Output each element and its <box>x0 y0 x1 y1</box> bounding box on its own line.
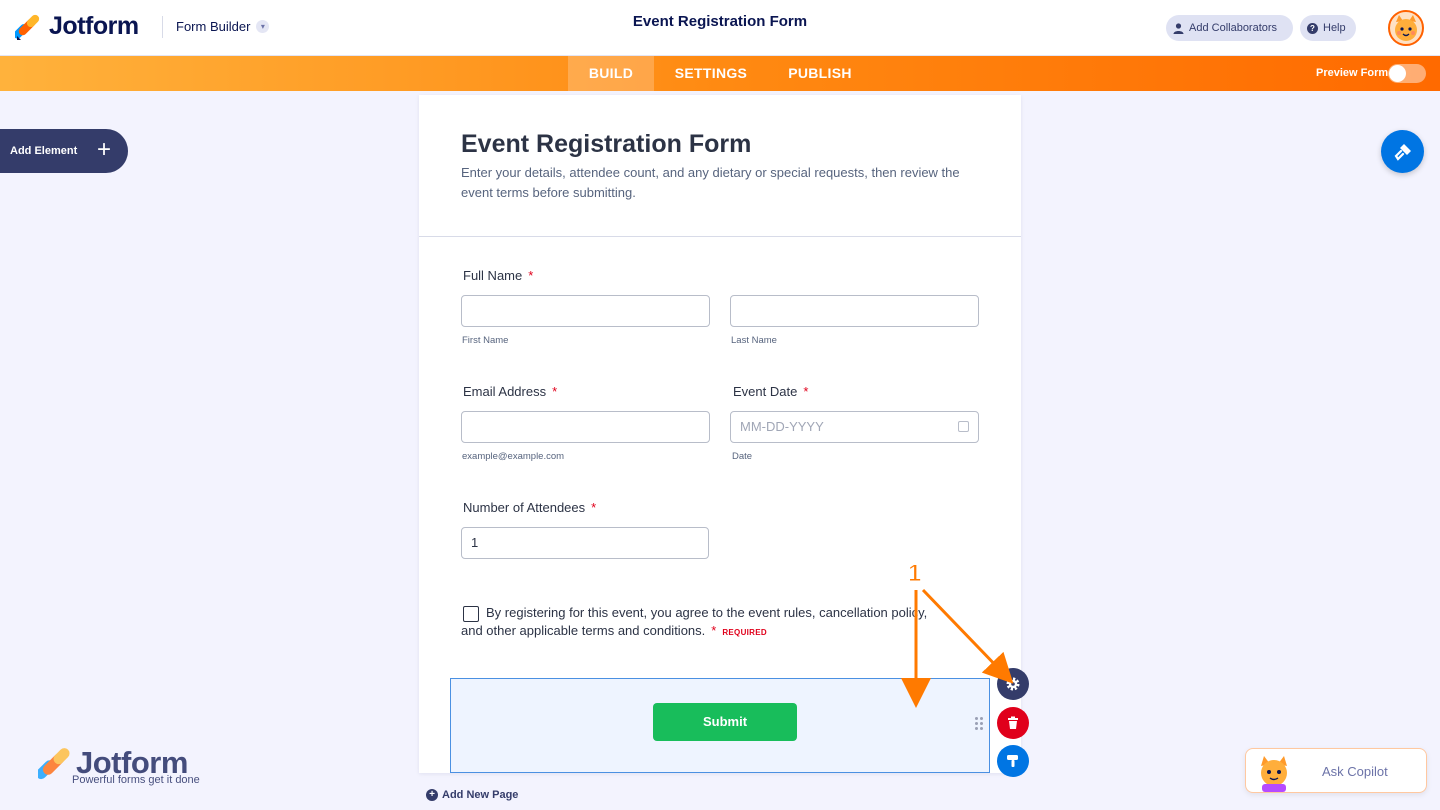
delete-field-button[interactable] <box>997 707 1029 739</box>
gear-icon <box>1006 677 1020 691</box>
required-asterisk: * <box>803 384 809 399</box>
jotform-logo[interactable]: Jotform <box>13 12 139 41</box>
field-style-button[interactable] <box>997 745 1029 777</box>
form-builder-dropdown[interactable]: Form Builder ▾ <box>176 19 270 34</box>
event-date-label: Event Date * <box>733 384 808 399</box>
event-date-label-text: Event Date <box>733 384 798 399</box>
attendees-label: Number of Attendees * <box>463 500 596 515</box>
required-asterisk: * <box>711 623 717 638</box>
top-bar: Jotform Form Builder ▾ Event Registratio… <box>0 0 1440 56</box>
calendar-icon[interactable] <box>958 421 969 432</box>
builder-nav: BUILD SETTINGS PUBLISH Preview Form <box>0 56 1440 91</box>
brand-name: Jotform <box>49 12 139 40</box>
full-name-label: Full Name * <box>463 268 533 283</box>
drag-handle-icon[interactable] <box>975 717 985 731</box>
required-asterisk: * <box>528 268 534 283</box>
preview-form-toggle[interactable] <box>1388 64 1426 83</box>
preview-form-label: Preview Form <box>1316 67 1389 79</box>
last-name-input[interactable] <box>730 295 979 327</box>
last-name-sublabel: Last Name <box>731 335 777 346</box>
jotform-logo-icon <box>13 14 41 40</box>
form-builder-label: Form Builder <box>176 19 251 34</box>
add-collaborators-label: Add Collaborators <box>1189 22 1278 34</box>
required-asterisk: * <box>552 384 558 399</box>
required-tag: REQUIRED <box>722 628 767 637</box>
help-button[interactable]: ? Help <box>1300 15 1356 41</box>
add-collaborators-button[interactable]: Add Collaborators <box>1166 15 1293 41</box>
attendees-label-text: Number of Attendees <box>463 500 586 515</box>
tab-publish[interactable]: PUBLISH <box>776 56 864 91</box>
add-element-label: Add Element <box>10 145 78 157</box>
terms-label: By registering for this event, you agree… <box>461 604 931 642</box>
user-icon <box>1173 22 1184 34</box>
first-name-sublabel: First Name <box>462 335 509 346</box>
terms-text: By registering for this event, you agree… <box>461 605 928 638</box>
add-new-page-label: Add New Page <box>442 789 519 801</box>
email-label: Email Address * <box>463 384 557 399</box>
form-header[interactable]: Event Registration Form Enter your detai… <box>419 95 1021 237</box>
help-label: Help <box>1323 22 1346 34</box>
full-name-label-text: Full Name <box>463 268 523 283</box>
first-name-input[interactable] <box>461 295 710 327</box>
tab-build[interactable]: BUILD <box>568 56 654 91</box>
tab-settings[interactable]: SETTINGS <box>664 56 758 91</box>
required-asterisk: * <box>591 500 597 515</box>
form-designer-button[interactable] <box>1381 130 1424 173</box>
plus-circle-icon: + <box>426 789 438 801</box>
email-label-text: Email Address <box>463 384 547 399</box>
header-divider <box>162 16 163 38</box>
attendees-input[interactable]: 1 <box>461 527 709 559</box>
trash-icon <box>1008 716 1018 729</box>
annotation-number: 1 <box>907 560 922 588</box>
event-date-input[interactable]: MM-DD-YYYY <box>730 411 979 443</box>
plus-icon: + <box>97 136 112 163</box>
paint-brush-icon <box>1007 755 1018 767</box>
form-title: Event Registration Form <box>461 130 752 158</box>
form-description: Enter your details, attendee count, and … <box>461 165 960 200</box>
add-element-button[interactable]: Add Element + <box>0 129 128 173</box>
email-sublabel: example@example.com <box>462 451 565 462</box>
event-date-placeholder: MM-DD-YYYY <box>740 419 824 434</box>
avatar[interactable] <box>1388 10 1424 46</box>
submit-button[interactable]: Submit <box>653 703 797 741</box>
field-properties-button[interactable] <box>997 668 1029 700</box>
chevron-down-icon: ▾ <box>256 20 270 33</box>
copilot-cat-icon <box>1261 756 1287 792</box>
ask-copilot-label: Ask Copilot <box>1322 764 1388 779</box>
submit-field-selected[interactable]: Submit <box>450 678 990 773</box>
toggle-knob <box>1389 65 1406 82</box>
email-input[interactable] <box>461 411 710 443</box>
form-card: Event Registration Form Enter your detai… <box>419 95 1021 773</box>
question-icon: ? <box>1307 22 1318 34</box>
jotform-logo-icon <box>38 748 70 780</box>
add-new-page-button[interactable]: + Add New Page <box>426 789 518 801</box>
paint-roller-icon <box>1394 143 1411 161</box>
event-date-sublabel: Date <box>732 451 753 462</box>
watermark-tagline: Powerful forms get it done <box>72 774 200 786</box>
ask-copilot-button[interactable]: Ask Copilot <box>1245 748 1427 793</box>
